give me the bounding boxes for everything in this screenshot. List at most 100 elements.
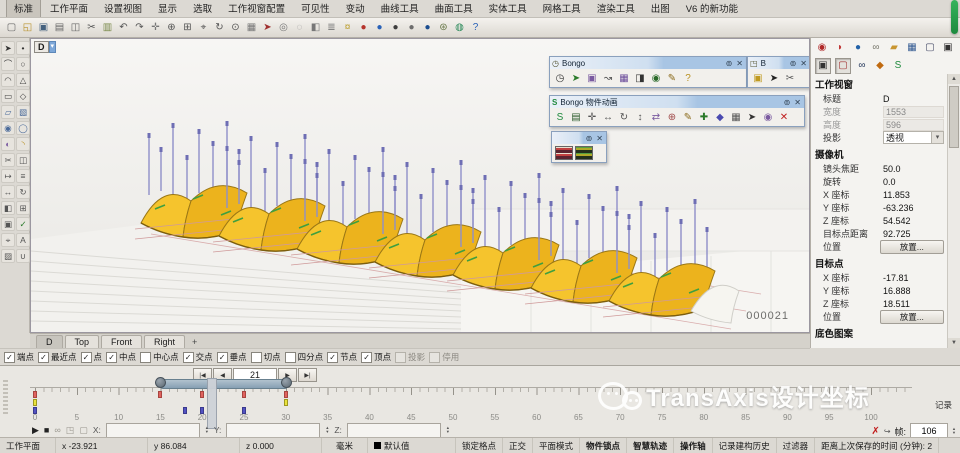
bongo-timeline-icon[interactable]: ◷ (553, 71, 567, 85)
spinner-icon[interactable]: ▲▼ (952, 427, 956, 435)
perspective-viewport[interactable]: D ▾ 000021 ◷ Bongo ⊚ ✕ ◷➤▣↝▦◨◉✎? ◳ B ⊚ ✕ (30, 38, 810, 333)
spinner-icon[interactable]: ▲▼ (205, 426, 209, 434)
zoom-select-icon[interactable]: ⊙ (228, 20, 243, 35)
play-button[interactable]: ▶ (32, 425, 39, 436)
keyframe-marker[interactable] (284, 399, 288, 406)
menu-tab[interactable]: 标准 (6, 0, 41, 17)
fillet-tool-icon[interactable]: ◝ (16, 137, 30, 151)
osnap-checkbox[interactable]: 交点 (183, 351, 213, 363)
scroll-thumb[interactable] (949, 86, 959, 148)
viewport-title-value[interactable]: D (883, 94, 944, 104)
group-tool-icon[interactable]: ▣ (1, 217, 15, 231)
polygon-tool-icon[interactable]: ◇ (16, 89, 30, 103)
checkbox-icon[interactable] (285, 352, 296, 363)
checkbox-icon[interactable] (327, 352, 338, 363)
join-tool-icon[interactable]: ∪ (16, 249, 30, 263)
close-icon[interactable]: ✕ (799, 59, 808, 68)
measure-tool-icon[interactable]: ⌖ (1, 233, 15, 247)
ghosted-icon[interactable]: ● (404, 20, 419, 35)
menu-tab[interactable]: 变动 (339, 0, 372, 17)
keyframe-marker[interactable] (33, 391, 37, 398)
z-coordinate-input[interactable] (347, 423, 441, 438)
statusbar-toggle[interactable]: 物件锁点 (580, 438, 627, 453)
link-icon[interactable]: ∞ (54, 425, 60, 435)
checkbox-icon[interactable] (361, 352, 372, 363)
bongo-props-tab-icon[interactable]: S (891, 59, 905, 73)
anim-edit-pivot-icon[interactable]: ✎ (681, 110, 695, 124)
rectangle-tool-icon[interactable]: ▭ (1, 89, 15, 103)
viewport-tab[interactable]: D (36, 335, 63, 348)
units-readout[interactable]: 毫米 (322, 438, 368, 453)
copy-icon[interactable]: ◫ (68, 20, 83, 35)
viewport-tab[interactable]: Right (144, 335, 185, 348)
x-coordinate-input[interactable] (106, 423, 200, 438)
anim-rotate-icon[interactable]: ↻ (617, 110, 631, 124)
print-icon[interactable]: ▤ (52, 20, 67, 35)
save-icon[interactable]: ▣ (36, 20, 51, 35)
redo-icon[interactable]: ↷ (132, 20, 147, 35)
keyframe-marker[interactable] (158, 391, 162, 398)
statusbar-toggle[interactable]: 过滤器 (777, 438, 816, 453)
anim-bongo-icon[interactable]: S (553, 110, 567, 124)
xray-icon[interactable]: ● (420, 20, 435, 35)
rotate-view-icon[interactable]: ↻ (212, 20, 227, 35)
spinner-icon[interactable]: ▲▼ (325, 426, 329, 434)
menu-tab[interactable]: 选取 (186, 0, 219, 17)
anim-slide-icon[interactable]: ↔ (601, 110, 615, 124)
shaded-icon[interactable]: ● (388, 20, 403, 35)
binocular-tab-icon[interactable]: ∞ (855, 59, 869, 73)
menu-tab[interactable]: 出图 (644, 0, 677, 17)
render-icon[interactable]: ● (372, 20, 387, 35)
display-tab-icon[interactable]: ◉ (815, 41, 829, 55)
checkbox-icon[interactable] (106, 352, 117, 363)
layers-icon[interactable]: ≣ (324, 20, 339, 35)
circle-tool-icon[interactable]: ○ (16, 57, 30, 71)
trim-tool-icon[interactable]: ✂ (1, 153, 15, 167)
osnap-checkbox[interactable]: 切点 (251, 351, 281, 363)
zoom-window-icon[interactable]: ⊞ (180, 20, 195, 35)
settings-gear-icon[interactable]: ⊛ (436, 20, 451, 35)
anim-grid-icon[interactable]: ▦ (729, 110, 743, 124)
checkbox-icon[interactable] (140, 352, 151, 363)
select-tool-icon[interactable]: ➤ (1, 41, 15, 55)
hide-icon[interactable]: ◌ (292, 20, 307, 35)
menu-tab[interactable]: 工作平面 (43, 0, 95, 17)
checkbox-icon[interactable] (4, 352, 15, 363)
scale-tool-icon[interactable]: ↔ (1, 185, 15, 199)
anim-swap-icon[interactable]: ⇄ (649, 110, 663, 124)
pan-icon[interactable]: ✛ (148, 20, 163, 35)
keyframe-marker[interactable] (284, 391, 288, 398)
panel-grip[interactable] (3, 380, 8, 414)
rotate-tool-icon[interactable]: ↻ (16, 185, 30, 199)
checkbox-icon[interactable] (217, 352, 228, 363)
open-file-icon[interactable]: ◱ (20, 20, 35, 35)
keyframe-marker[interactable] (242, 391, 246, 398)
osnap-checkbox[interactable]: 点 (81, 351, 103, 363)
bongo-edit-icon[interactable]: ✎ (665, 71, 679, 85)
bongo-video-icon[interactable]: ▦ (617, 71, 631, 85)
menu-tab[interactable]: 设置视图 (97, 0, 149, 17)
split-tool-icon[interactable]: ◫ (16, 153, 30, 167)
anim-select-icon[interactable]: ➤ (745, 110, 759, 124)
menu-tab[interactable]: 显示 (151, 0, 184, 17)
anim-list-icon[interactable]: ▤ (569, 110, 583, 124)
move-icon[interactable]: ➤ (260, 20, 275, 35)
checkbox-icon[interactable] (395, 352, 406, 363)
close-icon[interactable]: ✕ (595, 134, 604, 143)
bongo-keyframe-icon[interactable]: ▣ (585, 71, 599, 85)
boolean-tool-icon[interactable]: ◐ (1, 137, 15, 151)
osnap-checkbox[interactable]: 节点 (327, 351, 357, 363)
timeline-range-bar[interactable] (160, 379, 287, 389)
y-coordinate-input[interactable] (226, 423, 320, 438)
viewport-props-tab-icon[interactable]: ▣ (815, 58, 831, 74)
paste-icon[interactable]: ▥ (100, 20, 115, 35)
add-viewport-tab-button[interactable]: + (187, 336, 202, 348)
viewport-tab[interactable]: Front (101, 335, 142, 348)
text-tool-icon[interactable]: A (16, 233, 30, 247)
grid-icon[interactable]: ▦ (244, 20, 259, 35)
box-icon[interactable]: ▢ (79, 425, 88, 436)
array-tool-icon[interactable]: ⊞ (16, 201, 30, 215)
chevron-down-icon[interactable]: ▾ (931, 132, 943, 143)
anim-elevate-icon[interactable]: ↕ (633, 110, 647, 124)
mirror-tool-icon[interactable]: ◧ (1, 201, 15, 215)
